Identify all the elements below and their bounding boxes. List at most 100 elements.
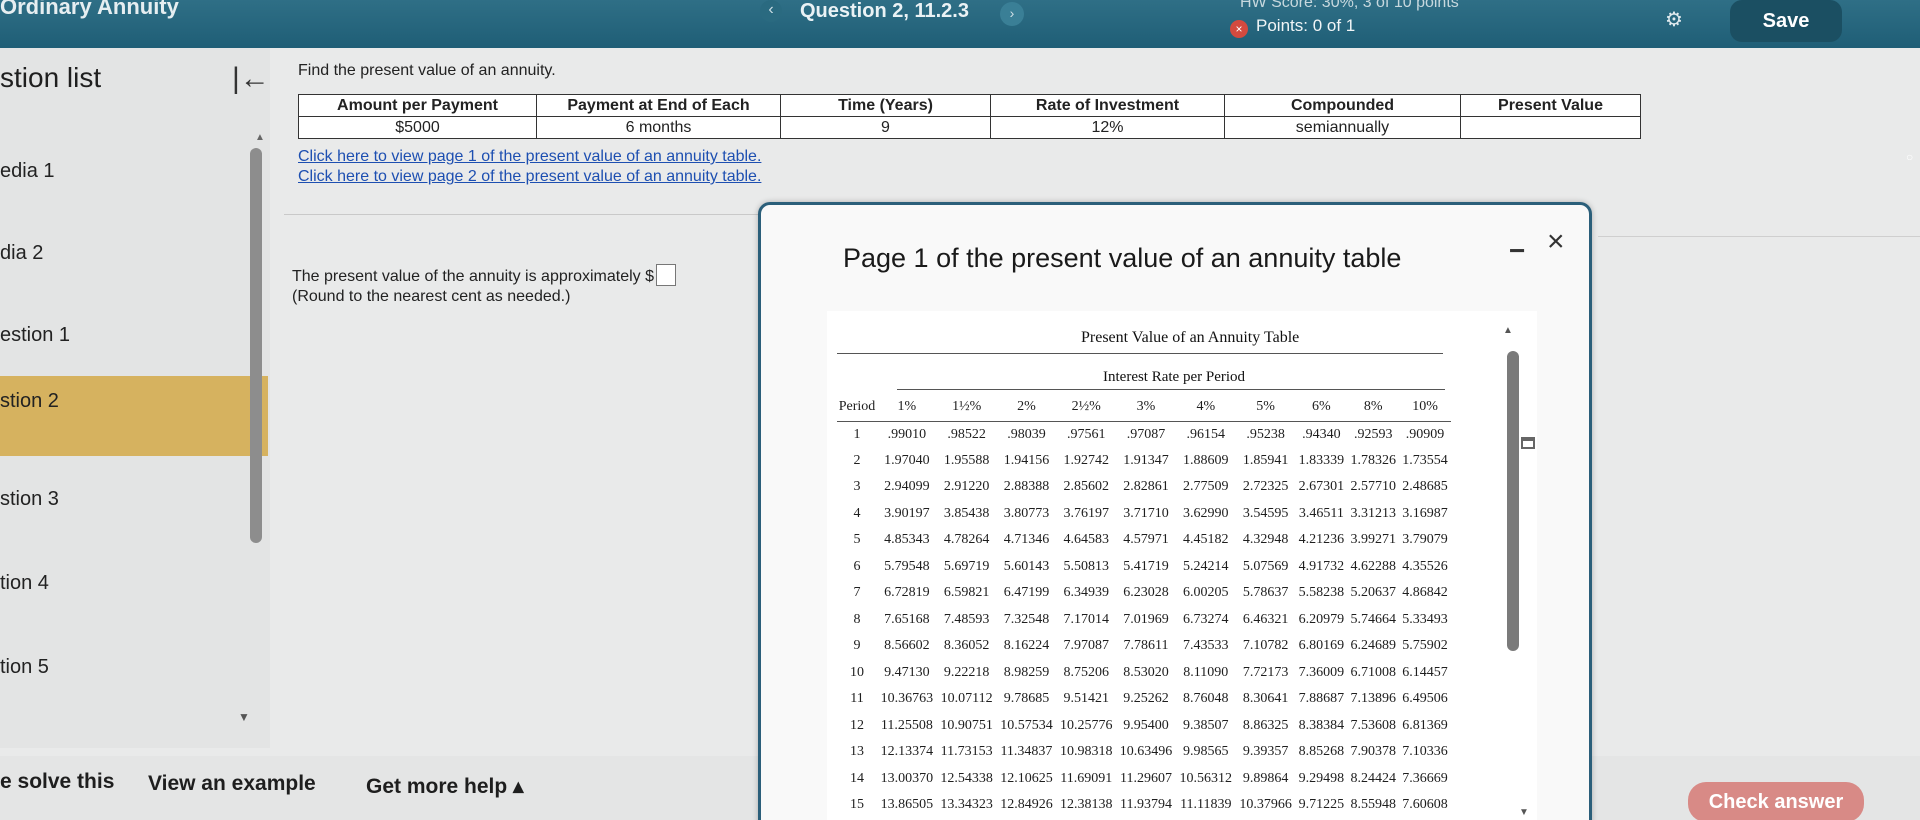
sidebar-scroll-down-icon[interactable]: ▼: [238, 710, 250, 724]
value-cell: 9.25262: [1123, 691, 1169, 707]
period-cell: 13: [850, 744, 864, 760]
value-cell: 10.90751: [940, 717, 993, 733]
collapse-sidebar-icon[interactable]: |←: [232, 62, 270, 96]
value-cell: 4.85343: [884, 532, 930, 548]
value-cell: 1.92742: [1063, 452, 1109, 468]
content-divider-right: [1598, 236, 1920, 237]
column-rate: 2½%: [1071, 398, 1101, 414]
dialog-scroll-down-icon[interactable]: ▼: [1519, 807, 1529, 818]
dialog-scroll-up-icon[interactable]: ▲: [1503, 325, 1513, 336]
view-example-button[interactable]: View an example: [148, 772, 316, 796]
cell-payment-period: 6 months: [536, 116, 781, 139]
value-cell: 2.57710: [1350, 479, 1396, 495]
period-cell: 9: [853, 638, 861, 654]
edge-indicator-icon: ○: [1906, 150, 1914, 164]
sidebar-item-question-3[interactable]: stion 3: [0, 474, 268, 554]
value-cell: 5.60143: [1003, 558, 1050, 574]
value-cell: 1.88609: [1183, 452, 1229, 468]
value-cell: 3.80773: [1003, 505, 1050, 521]
pv-table-subrule: [897, 389, 1445, 390]
table-row: 13 12.13374 11.73153 11.34837 10.98318 10.634…: [837, 739, 1451, 766]
period-cell: 10: [850, 664, 864, 680]
value-cell: 9.71225: [1298, 797, 1345, 813]
value-cell: 5.78637: [1242, 585, 1289, 601]
header-time-years: Time (Years): [780, 94, 991, 117]
value-cell: 7.60608: [1402, 797, 1448, 813]
close-icon[interactable]: ×: [1547, 225, 1565, 259]
period-cell: 7: [853, 585, 861, 601]
value-cell: 2.48685: [1402, 479, 1448, 495]
value-cell: 6.73274: [1183, 611, 1229, 627]
table-page-1-link[interactable]: Click here to view page 1 of the present…: [298, 148, 761, 166]
settings-gear-icon[interactable]: ⚙: [1662, 8, 1686, 32]
value-cell: 3.99271: [1350, 532, 1396, 548]
value-cell: 9.51421: [1063, 691, 1109, 707]
header-amount-per-payment: Amount per Payment: [298, 94, 537, 117]
value-cell: 7.01969: [1123, 611, 1169, 627]
value-cell: 11.11839: [1180, 797, 1232, 813]
value-cell: 6.49506: [1402, 691, 1448, 707]
table-row: 3 2.94099 2.91220 2.88388 2.85602 2.82861 2.77…: [837, 474, 1451, 501]
previous-question-button[interactable]: ‹: [760, 0, 782, 22]
value-cell: 7.53608: [1350, 717, 1396, 733]
value-cell: .97087: [1126, 426, 1166, 442]
value-cell: 8.53020: [1123, 664, 1169, 680]
value-cell: 3.31213: [1350, 505, 1396, 521]
value-cell: 3.90197: [884, 505, 930, 521]
save-button[interactable]: Save: [1730, 0, 1842, 42]
value-cell: .90909: [1405, 426, 1445, 442]
sidebar-item-question-5[interactable]: tion 5: [0, 642, 268, 722]
value-cell: 7.43533: [1183, 638, 1229, 654]
value-cell: 1.73554: [1402, 452, 1448, 468]
value-cell: 12.13374: [880, 744, 934, 760]
sidebar-scrollbar[interactable]: [250, 148, 262, 543]
table-page-2-link[interactable]: Click here to view page 2 of the present…: [298, 168, 761, 186]
table-row: 15 13.86505 13.34323 12.84926 12.38138 11.937…: [837, 792, 1451, 819]
next-question-button[interactable]: ›: [1000, 2, 1024, 26]
value-cell: .99010: [887, 426, 927, 442]
value-cell: 6.71008: [1350, 664, 1396, 680]
value-cell: 2.94099: [884, 479, 930, 495]
get-more-help-button[interactable]: Get more help ▴: [366, 774, 524, 799]
dialog-scrollbar[interactable]: [1507, 351, 1519, 651]
table-row: 1 .99010 .98522 .98039 .97561 .97087 .96154 .95…: [837, 421, 1451, 448]
value-cell: 2.91220: [943, 479, 990, 495]
sidebar-item-media-1[interactable]: edia 1: [0, 146, 268, 226]
value-cell: 6.00205: [1183, 585, 1229, 601]
value-cell: 4.32948: [1242, 532, 1289, 548]
column-rate: 1%: [897, 398, 917, 414]
value-cell: 13.34323: [940, 797, 993, 813]
help-me-solve-button[interactable]: e solve this: [0, 770, 114, 794]
value-cell: 7.13896: [1350, 691, 1396, 707]
value-cell: 6.47199: [1003, 585, 1050, 601]
annuity-table-dialog: Page 1 of the present value of an annuit…: [758, 202, 1592, 820]
value-cell: 9.47130: [884, 664, 930, 680]
check-answer-button[interactable]: Check answer: [1688, 782, 1864, 820]
column-rate: 10%: [1412, 398, 1438, 414]
top-bar: Ordinary Annuity ‹ Question 2, 11.2.3 › …: [0, 0, 1920, 48]
table-row: 10 9.47130 9.22218 8.98259 8.75206 8.53020 8.1…: [837, 660, 1451, 687]
value-cell: 9.78685: [1003, 691, 1050, 707]
expand-icon[interactable]: [1521, 437, 1535, 449]
value-cell: 7.65168: [884, 611, 930, 627]
period-cell: 12: [850, 717, 864, 733]
value-cell: 5.50813: [1063, 558, 1109, 574]
value-cell: 7.48593: [943, 611, 990, 627]
value-cell: 1.97040: [884, 452, 930, 468]
value-cell: 8.75206: [1063, 664, 1109, 680]
question-list-sidebar: stion list |← edia 1 dia 2 estion 1 stio…: [0, 48, 270, 748]
sidebar-item-question-4[interactable]: tion 4: [0, 558, 268, 638]
sidebar-item-question-2[interactable]: stion 2: [0, 376, 268, 456]
cell-compounded: semiannually: [1224, 116, 1461, 139]
value-cell: 6.59821: [943, 585, 990, 601]
value-cell: 7.97087: [1063, 638, 1109, 654]
value-cell: 10.56312: [1179, 770, 1233, 786]
value-cell: 13.86505: [880, 797, 934, 813]
sidebar-scroll-up-icon[interactable]: ▲: [255, 132, 265, 143]
value-cell: 8.76048: [1183, 691, 1229, 707]
sidebar-item-media-2[interactable]: dia 2: [0, 228, 268, 308]
value-cell: 9.98565: [1183, 744, 1229, 760]
answer-input[interactable]: [655, 264, 676, 286]
minimize-icon[interactable]: −: [1509, 235, 1525, 267]
value-cell: 9.29498: [1298, 770, 1345, 786]
